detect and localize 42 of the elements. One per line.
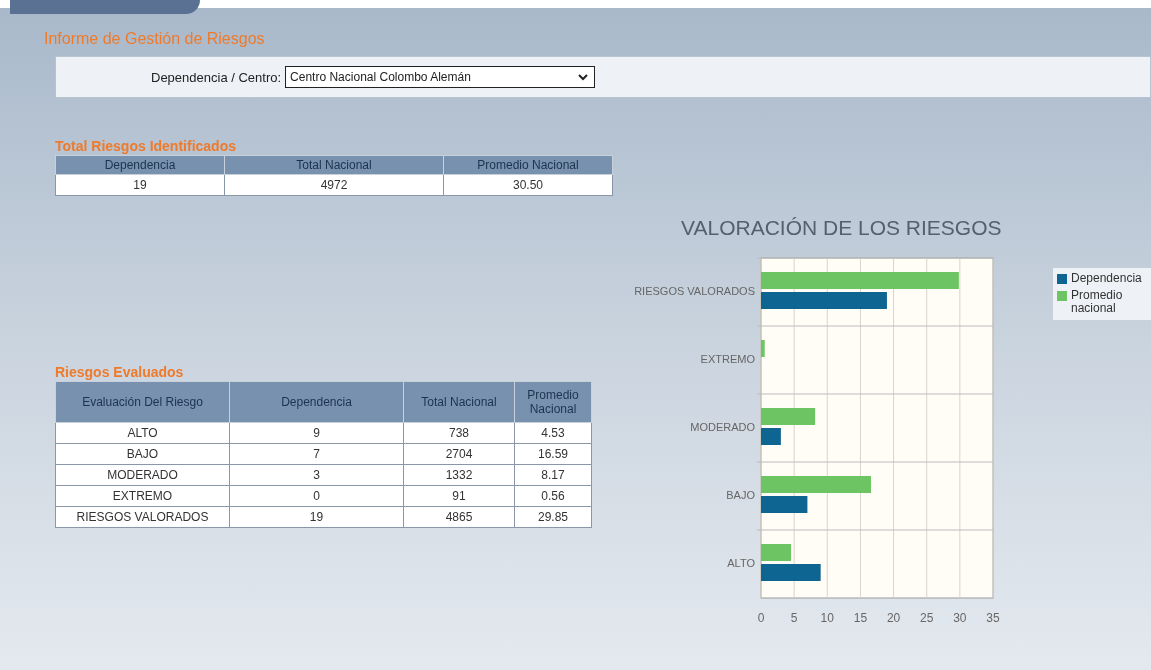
axis-tick-label: 0 xyxy=(757,611,765,625)
axis-tick-label: 30 xyxy=(953,611,967,625)
axis-tick-label: 35 xyxy=(986,611,1000,625)
table-cell: BAJO xyxy=(55,443,230,465)
table-cell: ALTO xyxy=(55,422,230,444)
table-cell: MODERADO xyxy=(55,464,230,486)
category-label: MODERADO xyxy=(690,420,755,433)
column-header: Promedio Nacional xyxy=(514,381,592,423)
chart-title: VALORACIÓN DE LOS RIESGOS xyxy=(681,216,1003,240)
bar xyxy=(761,408,816,425)
bar xyxy=(761,496,808,513)
column-header: Total Nacional xyxy=(224,155,444,175)
center-select[interactable]: Centro Nacional Colombo Alemán xyxy=(285,66,596,88)
section-title: Riesgos Evaluados xyxy=(55,364,185,380)
axis-tick-label: 20 xyxy=(886,611,901,625)
axis-tick-label: 5 xyxy=(790,611,798,625)
bar xyxy=(761,564,821,581)
column-header: Total Nacional xyxy=(403,381,515,423)
column-header: Evaluación Del Riesgo xyxy=(55,381,230,423)
category-label: EXTREMO xyxy=(700,352,755,365)
axis-tick-label: 10 xyxy=(820,611,834,625)
axis-tick-label: 15 xyxy=(853,611,868,625)
page-title: Informe de Gestión de Riesgos xyxy=(44,30,266,48)
table-cell: RIESGOS VALORADOS xyxy=(55,506,230,528)
legend-label: Promedio nacional xyxy=(1071,289,1124,316)
bar xyxy=(761,428,781,445)
category-label: RIESGOS VALORADOS xyxy=(634,284,755,297)
category-label: ALTO xyxy=(727,556,755,569)
column-header: Dependencia xyxy=(55,155,225,175)
bar xyxy=(761,544,792,561)
filter-label: Dependencia / Centro: xyxy=(151,69,282,85)
chevron-down-icon xyxy=(578,73,589,81)
bar xyxy=(761,340,765,357)
column-header: Promedio Nacional xyxy=(443,155,613,175)
table-cell: 4972 xyxy=(224,174,444,196)
column-header: Dependencia xyxy=(229,381,404,423)
axis-tick-label: 25 xyxy=(920,611,934,625)
legend-label: Dependencia xyxy=(1071,272,1142,286)
section-title: Total Riesgos Identificados xyxy=(55,138,237,154)
table-cell: 19 xyxy=(55,174,225,196)
table-cell: EXTREMO xyxy=(55,485,230,507)
category-label: BAJO xyxy=(726,488,755,501)
